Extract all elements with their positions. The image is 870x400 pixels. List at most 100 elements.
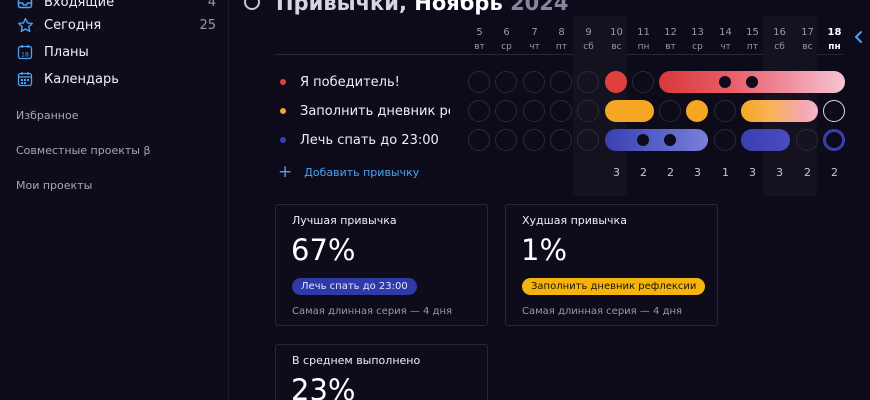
day-number: 12 bbox=[664, 27, 677, 38]
day-header: 14 чт bbox=[712, 26, 739, 54]
daily-count: 2 bbox=[667, 166, 674, 179]
habit-name: Заполнить дневник рефлексии bbox=[300, 103, 450, 119]
habit-cell[interactable] bbox=[632, 71, 654, 93]
sidebar-item-plans[interactable]: 18 Планы bbox=[16, 42, 216, 62]
habit-cell[interactable] bbox=[577, 71, 599, 93]
sidebar-item-today[interactable]: Сегодня 25 bbox=[16, 15, 216, 35]
habit-badge[interactable]: Лечь спать до 23:00 bbox=[292, 278, 417, 295]
day-weekday: чт bbox=[720, 42, 731, 52]
card-streak: Самая длинная серия — 4 дня bbox=[522, 306, 683, 317]
day-weekday: вт bbox=[665, 42, 676, 52]
header-divider bbox=[275, 54, 843, 55]
habit-cell[interactable] bbox=[550, 71, 572, 93]
habit-cell[interactable] bbox=[523, 100, 545, 122]
average-card: В среднем выполнено 23% bbox=[275, 344, 488, 400]
daily-count: 3 bbox=[613, 166, 620, 179]
habit-cell[interactable] bbox=[523, 71, 545, 93]
day-number: 9 bbox=[585, 27, 592, 38]
habit-cell[interactable] bbox=[495, 100, 517, 122]
calendar-18-icon: 18 bbox=[16, 43, 34, 61]
daily-count: 2 bbox=[640, 166, 647, 179]
today-cell[interactable] bbox=[823, 100, 845, 122]
sidebar-item-label: Планы bbox=[44, 44, 89, 60]
day-weekday: пт bbox=[555, 42, 568, 52]
day-number: 14 bbox=[719, 27, 732, 38]
habit-cell[interactable] bbox=[550, 100, 572, 122]
sidebar-item-calendar[interactable]: Календарь bbox=[16, 69, 216, 89]
habit-streak[interactable] bbox=[741, 100, 818, 122]
card-label: Лучшая привычка bbox=[292, 214, 397, 227]
worst-habit-card: Худшая привычка 1% Заполнить дневник реф… bbox=[505, 204, 718, 326]
habit-streak[interactable] bbox=[605, 71, 627, 93]
skip-marker bbox=[637, 134, 649, 146]
today-cell[interactable] bbox=[823, 129, 845, 151]
habit-cell[interactable] bbox=[468, 100, 490, 122]
daily-count: 2 bbox=[804, 166, 811, 179]
inbox-icon bbox=[16, 0, 34, 11]
habit-streak[interactable] bbox=[605, 129, 708, 151]
day-header: 8 пт bbox=[548, 26, 575, 54]
sidebar-item-label: Входящие bbox=[44, 0, 115, 10]
card-value: 1% bbox=[521, 233, 568, 267]
card-value: 67% bbox=[291, 233, 356, 267]
habit-streak[interactable] bbox=[686, 100, 708, 122]
day-header: 10 вс bbox=[603, 26, 630, 54]
day-number: 5 bbox=[476, 27, 483, 38]
sidebar-item-inbox[interactable]: Входящие 4 bbox=[16, 0, 216, 12]
day-weekday: сб bbox=[583, 42, 594, 52]
chevron-left-icon[interactable] bbox=[853, 29, 865, 43]
habit-streak[interactable] bbox=[605, 100, 654, 122]
card-value: 23% bbox=[291, 373, 356, 400]
habit-cell[interactable] bbox=[495, 129, 517, 151]
habit-streak[interactable] bbox=[741, 129, 790, 151]
sidebar-item-label: Календарь bbox=[44, 71, 119, 87]
habit-cell[interactable] bbox=[495, 71, 517, 93]
habit-cell[interactable] bbox=[714, 129, 736, 151]
sidebar-item-label: Сегодня bbox=[44, 17, 102, 33]
habit-badge[interactable]: Заполнить дневник рефлексии bbox=[522, 278, 706, 295]
habit-cell[interactable] bbox=[796, 129, 818, 151]
habit-cell[interactable] bbox=[577, 100, 599, 122]
day-header: 6 ср bbox=[493, 26, 520, 54]
daily-count: 1 bbox=[722, 166, 729, 179]
day-number: 13 bbox=[691, 27, 704, 38]
habit-cell[interactable] bbox=[523, 129, 545, 151]
plus-icon: + bbox=[278, 162, 293, 182]
habit-cell[interactable] bbox=[468, 71, 490, 93]
daily-count: 3 bbox=[694, 166, 701, 179]
day-header: 16 сб bbox=[766, 26, 793, 54]
day-number: 16 bbox=[773, 27, 786, 38]
day-header: 13 ср bbox=[684, 26, 711, 54]
day-header: 7 чт bbox=[521, 26, 548, 54]
habit-color-dot bbox=[280, 79, 286, 85]
day-number: 15 bbox=[746, 27, 759, 38]
habit-cell[interactable] bbox=[468, 129, 490, 151]
skip-marker bbox=[746, 76, 758, 88]
add-habit-button[interactable]: + Добавить привычку bbox=[278, 162, 419, 182]
day-header: 18 пн bbox=[821, 26, 848, 54]
best-habit-card: Лучшая привычка 67% Лечь спать до 23:00 … bbox=[275, 204, 488, 326]
habit-row[interactable]: Заполнить дневник рефлексии bbox=[275, 99, 450, 123]
habit-row[interactable]: Я победитель! bbox=[275, 70, 450, 94]
day-header: 9 сб bbox=[575, 26, 602, 54]
sidebar: Входящие 4 Сегодня 25 18 Планы Календарь… bbox=[0, 0, 229, 400]
day-weekday: чт bbox=[529, 42, 540, 52]
habit-row[interactable]: Лечь спать до 23:00 bbox=[275, 128, 450, 152]
day-weekday: пт bbox=[746, 42, 759, 52]
day-weekday: сб bbox=[774, 42, 785, 52]
day-header: 5 вт bbox=[466, 26, 493, 54]
section-my-projects[interactable]: Мои проекты bbox=[16, 179, 92, 192]
title-year: 2024 bbox=[510, 0, 569, 15]
habit-cell[interactable] bbox=[550, 129, 572, 151]
day-header: 11 пн bbox=[630, 26, 657, 54]
page-title: Привычки, Ноябрь 2024 bbox=[244, 0, 569, 15]
section-favorites[interactable]: Избранное bbox=[16, 109, 78, 122]
svg-text:18: 18 bbox=[21, 52, 29, 59]
day-number: 10 bbox=[610, 27, 623, 38]
habit-cell[interactable] bbox=[577, 129, 599, 151]
day-number: 18 bbox=[827, 27, 842, 38]
habit-cell[interactable] bbox=[714, 100, 736, 122]
section-shared-projects[interactable]: Совместные проекты β bbox=[16, 144, 150, 157]
habit-cell[interactable] bbox=[659, 100, 681, 122]
day-weekday: пн bbox=[828, 42, 841, 52]
